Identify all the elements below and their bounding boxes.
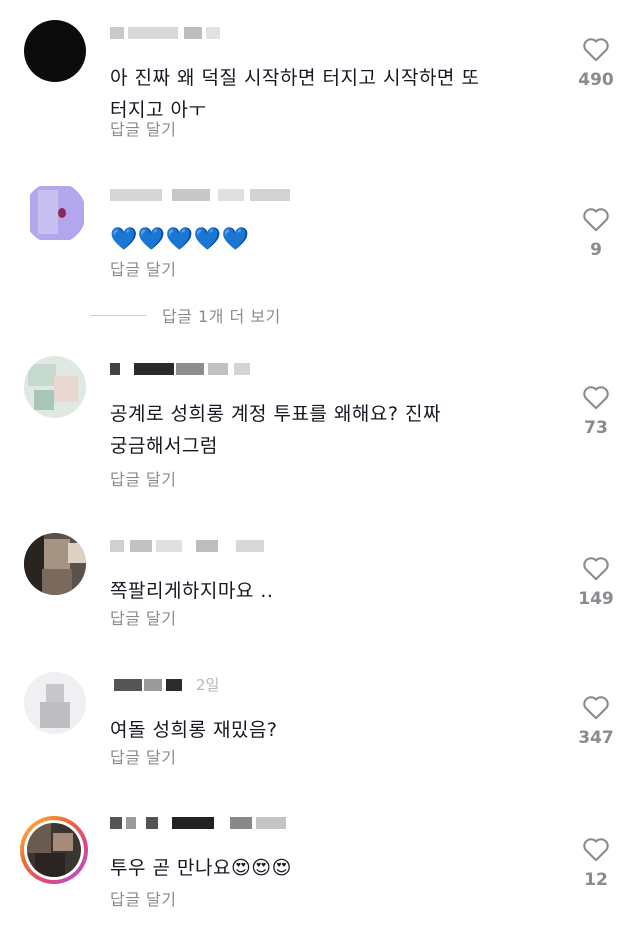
username-redacted[interactable] bbox=[110, 20, 350, 46]
reply-button[interactable]: 답글 달기 bbox=[110, 116, 176, 140]
username-redacted[interactable] bbox=[110, 182, 350, 208]
divider bbox=[90, 314, 146, 316]
avatar[interactable] bbox=[20, 816, 88, 884]
like-button[interactable]: 73 bbox=[566, 384, 626, 438]
like-count: 347 bbox=[578, 728, 614, 748]
like-count: 9 bbox=[590, 240, 602, 260]
username-redacted[interactable] bbox=[110, 533, 350, 559]
comment-text: 공계로 성희롱 계정 투표를 왜해요? 진짜 궁금해서그럼 bbox=[110, 403, 441, 457]
username-redacted[interactable]: 2일 bbox=[110, 672, 350, 698]
like-count: 149 bbox=[578, 589, 614, 609]
timestamp: 2일 bbox=[196, 676, 220, 694]
reply-button[interactable]: 답글 달기 bbox=[110, 466, 176, 490]
like-button[interactable]: 9 bbox=[566, 206, 626, 260]
like-count: 73 bbox=[584, 418, 608, 438]
comment-text: 쪽팔리게하지마요 .. bbox=[110, 580, 274, 602]
reply-button[interactable]: 답글 달기 bbox=[110, 886, 176, 910]
comment-list: 아 진짜 왜 덕질 시작하면 터지고 시작하면 또 터지고 아ㅜ 답글 달기 4… bbox=[0, 0, 640, 931]
heart-outline-icon bbox=[583, 38, 609, 62]
reply-button[interactable]: 답글 달기 bbox=[110, 256, 176, 280]
like-button[interactable]: 149 bbox=[566, 555, 626, 609]
username-redacted[interactable] bbox=[110, 810, 350, 836]
avatar[interactable] bbox=[24, 356, 86, 418]
username-redacted[interactable] bbox=[110, 356, 350, 382]
like-button[interactable]: 347 bbox=[566, 694, 626, 748]
heart-outline-icon bbox=[583, 386, 609, 410]
view-more-replies-label: 답글 1개 더 보기 bbox=[162, 307, 281, 326]
comment-text: 여돌 성희롱 재밌음? bbox=[110, 719, 278, 741]
like-button[interactable]: 490 bbox=[566, 36, 626, 90]
like-count: 12 bbox=[584, 870, 608, 890]
comment-text: 💙💙💙💙💙 bbox=[110, 227, 250, 252]
like-count: 490 bbox=[578, 70, 614, 90]
heart-outline-icon bbox=[583, 208, 609, 232]
avatar[interactable] bbox=[24, 182, 86, 244]
avatar[interactable] bbox=[24, 672, 86, 734]
avatar[interactable] bbox=[24, 533, 86, 595]
reply-button[interactable]: 답글 달기 bbox=[110, 605, 176, 629]
like-button[interactable]: 12 bbox=[566, 836, 626, 890]
heart-outline-icon bbox=[583, 696, 609, 720]
avatar[interactable] bbox=[24, 20, 86, 82]
heart-outline-icon bbox=[583, 557, 609, 581]
view-more-replies[interactable]: 답글 1개 더 보기 bbox=[90, 303, 281, 327]
comment-text: 투우 곧 만나요😍😍😍 bbox=[110, 857, 292, 879]
reply-button[interactable]: 답글 달기 bbox=[110, 744, 176, 768]
heart-outline-icon bbox=[583, 838, 609, 862]
